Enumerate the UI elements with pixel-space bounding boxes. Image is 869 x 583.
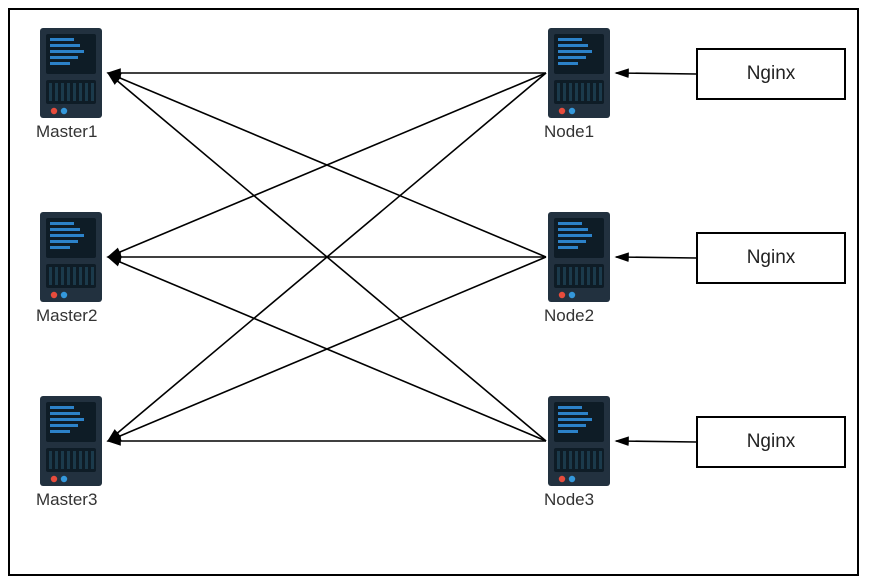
nginx-box-3: Nginx	[696, 416, 846, 468]
server-icon	[36, 26, 106, 120]
server-icon	[544, 210, 614, 304]
nginx-label-3: Nginx	[747, 431, 796, 453]
nginx-box-1: Nginx	[696, 48, 846, 100]
node-label-2: Node2	[544, 306, 594, 326]
master-label-2: Master2	[36, 306, 97, 326]
master-label-1: Master1	[36, 122, 97, 142]
server-icon	[544, 394, 614, 488]
server-icon	[544, 26, 614, 120]
diagram-frame: Master1 Master2 Master3 Node1 Node2 Node3 Ngi…	[0, 0, 869, 583]
master-label-3: Master3	[36, 490, 97, 510]
server-icon	[36, 210, 106, 304]
node-server-2	[544, 210, 614, 304]
server-icon	[36, 394, 106, 488]
nginx-label-2: Nginx	[747, 247, 796, 269]
master-server-1	[36, 26, 106, 120]
master-server-2	[36, 210, 106, 304]
nginx-label-1: Nginx	[747, 63, 796, 85]
node-server-1	[544, 26, 614, 120]
master-server-3	[36, 394, 106, 488]
node-label-3: Node3	[544, 490, 594, 510]
node-server-3	[544, 394, 614, 488]
node-label-1: Node1	[544, 122, 594, 142]
nginx-box-2: Nginx	[696, 232, 846, 284]
